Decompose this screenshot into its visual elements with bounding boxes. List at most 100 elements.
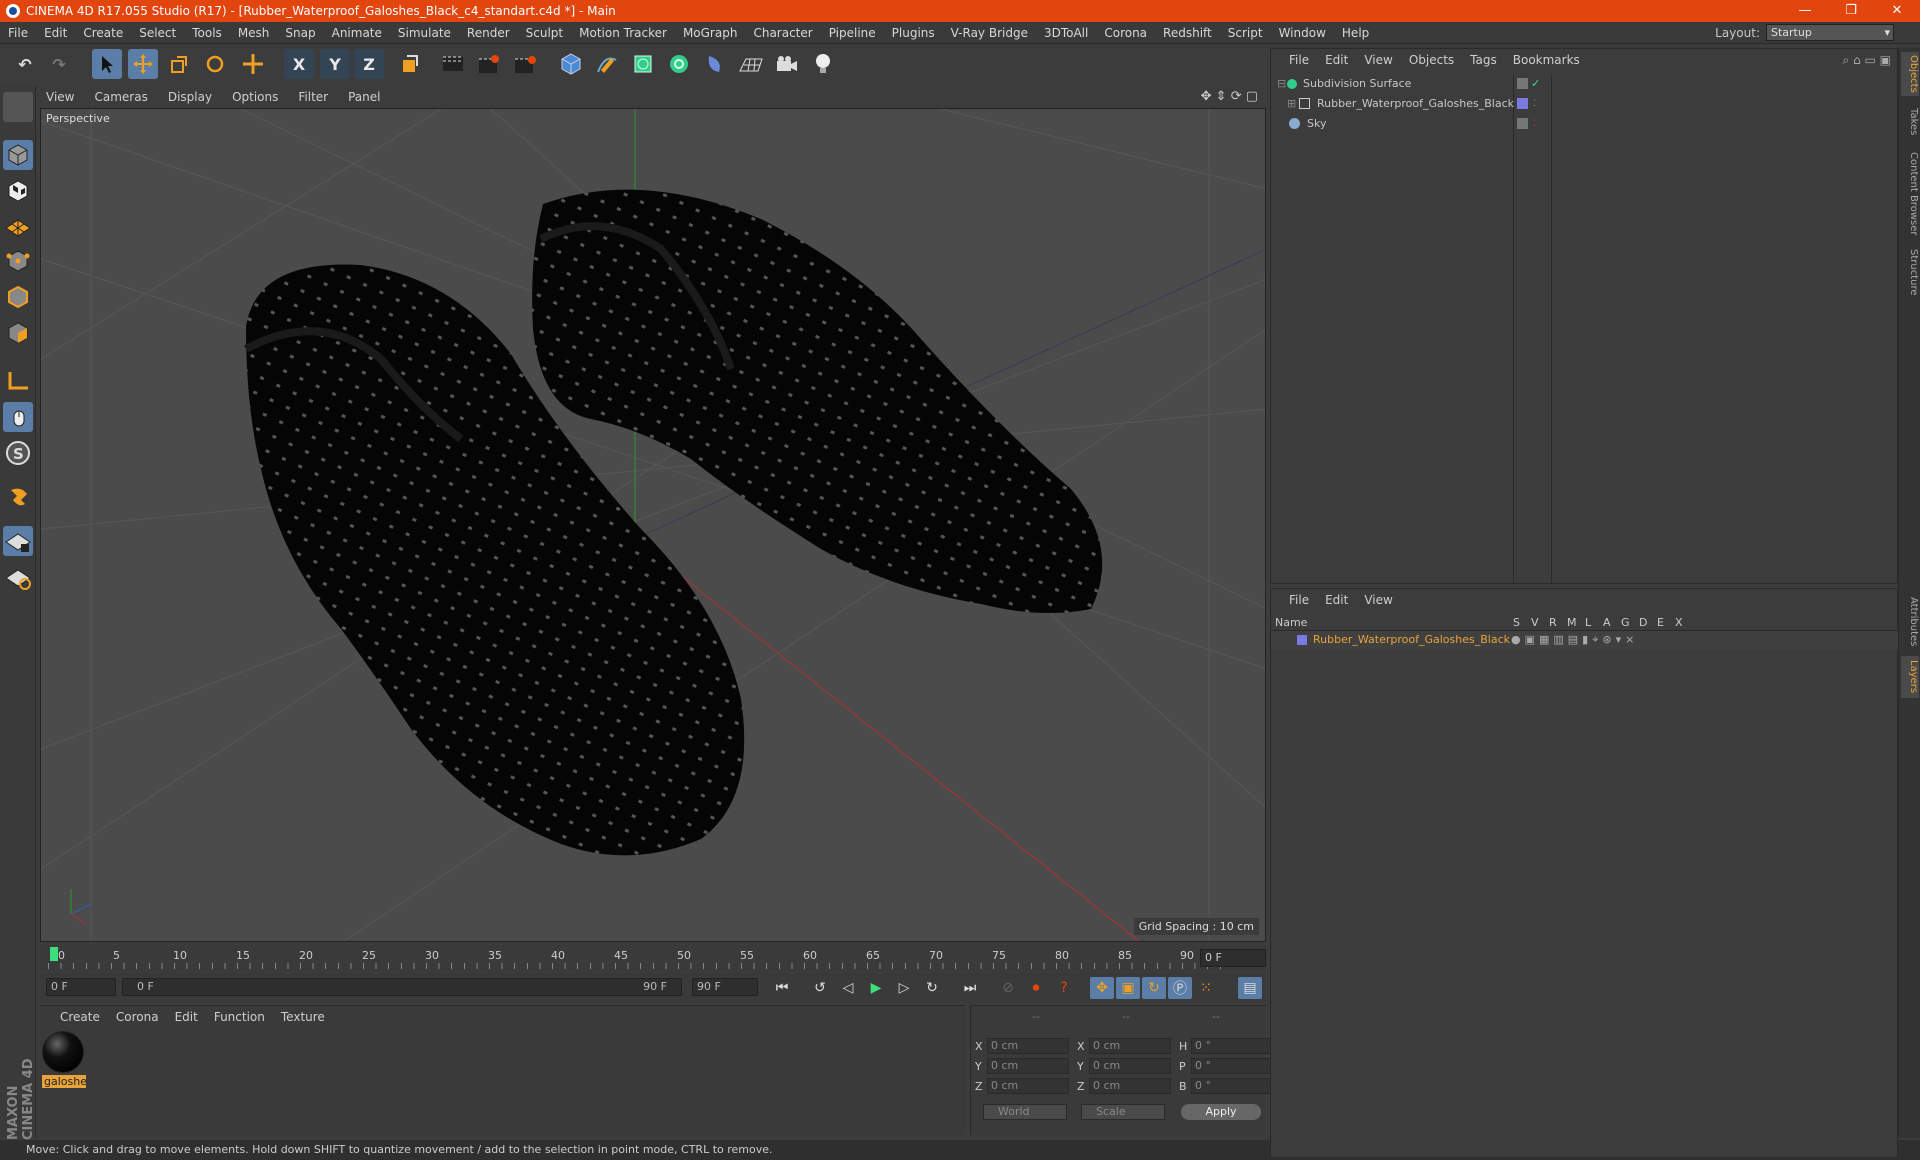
autokey-icon[interactable]: ? (1052, 977, 1076, 999)
position-x-field[interactable]: 0 cm (987, 1038, 1069, 1054)
menu-render[interactable]: Render (459, 26, 518, 40)
light-bulb-icon[interactable] (808, 49, 838, 79)
position-y-field[interactable]: 0 cm (987, 1058, 1069, 1074)
tab-takes[interactable]: Takes (1901, 104, 1919, 140)
start-frame-field[interactable]: 0 F (46, 978, 116, 996)
tab-content-browser[interactable]: Content Browser (1901, 148, 1919, 240)
menu-sculpt[interactable]: Sculpt (518, 26, 571, 40)
deformer-icon[interactable] (700, 49, 730, 79)
menu-plugins[interactable]: Plugins (884, 26, 943, 40)
timeline-window-icon[interactable]: ▤ (1238, 977, 1262, 999)
make-editable-icon[interactable] (3, 92, 33, 122)
size-mode-dropdown[interactable]: Scale (1081, 1104, 1165, 1120)
apply-button[interactable]: Apply (1181, 1104, 1261, 1120)
menu-vray-bridge[interactable]: V-Ray Bridge (943, 26, 1036, 40)
visibility-check-icon[interactable]: ✓ (1531, 75, 1540, 93)
viewport-menu-panel[interactable]: Panel (338, 90, 390, 104)
size-z-field[interactable]: 0 cm (1089, 1078, 1171, 1094)
edges-mode-icon[interactable] (3, 282, 33, 312)
workplane-rotate-icon[interactable] (3, 562, 33, 592)
render-view-icon[interactable] (438, 49, 468, 79)
viewport-menu-filter[interactable]: Filter (288, 90, 338, 104)
viewport-menu-options[interactable]: Options (222, 90, 288, 104)
model-mode-icon[interactable] (3, 140, 33, 170)
live-move-icon[interactable] (238, 49, 268, 79)
rotation-p-field[interactable]: 0 ° (1191, 1058, 1273, 1074)
material-menu-edit[interactable]: Edit (167, 1010, 206, 1024)
menu-mograph[interactable]: MoGraph (675, 26, 746, 40)
layers-menu-view[interactable]: View (1356, 593, 1400, 607)
objects-menu-objects[interactable]: Objects (1401, 53, 1462, 67)
polygons-mode-icon[interactable] (3, 318, 33, 348)
collapse-icon[interactable]: ⊟ (1277, 75, 1286, 93)
magnet-icon[interactable] (3, 484, 33, 514)
tab-attributes[interactable]: Attributes (1901, 592, 1919, 652)
play-icon[interactable]: ▶ (864, 977, 888, 999)
key-parameter-icon[interactable]: Ⓟ (1168, 977, 1192, 999)
move-tool-icon[interactable] (128, 49, 158, 79)
rotation-h-field[interactable]: 0 ° (1191, 1038, 1273, 1054)
menu-pipeline[interactable]: Pipeline (821, 26, 884, 40)
timeline-ruler[interactable]: 0 5 10 15 20 25 30 35 40 45 50 55 60 65 … (40, 945, 1266, 971)
viewport-nav-icons[interactable]: ✥ ⇕ ⟳ ▢ (1201, 89, 1258, 104)
current-frame-field[interactable]: 0 F (1200, 949, 1266, 967)
cube-primitive-icon[interactable] (556, 49, 586, 79)
menu-create[interactable]: Create (75, 26, 131, 40)
close-button[interactable]: ✕ (1874, 0, 1920, 22)
tweak-mode-icon[interactable] (3, 402, 33, 432)
key-position-icon[interactable]: ✥ (1090, 977, 1114, 999)
coordinate-space-dropdown[interactable]: World (983, 1104, 1067, 1120)
snap-icon[interactable]: S (3, 438, 33, 468)
tab-layers[interactable]: Layers (1901, 656, 1919, 698)
playhead-marker[interactable] (50, 947, 58, 961)
menu-script[interactable]: Script (1220, 26, 1271, 40)
redo-icon[interactable]: ↷ (44, 49, 74, 79)
previous-key-icon[interactable]: ↺ (808, 977, 832, 999)
menu-character[interactable]: Character (745, 26, 820, 40)
visibility-dots-icon[interactable]: ⁚ (1533, 115, 1536, 133)
material-menu-texture[interactable]: Texture (273, 1010, 333, 1024)
go-to-end-icon[interactable]: ⏭ (958, 977, 982, 999)
key-rotation-icon[interactable]: ↻ (1142, 977, 1166, 999)
layout-select[interactable]: Startup (1766, 24, 1894, 41)
menu-select[interactable]: Select (131, 26, 184, 40)
perspective-viewport[interactable]: Perspective Grid Spacing : 10 cm (40, 108, 1266, 942)
rotate-tool-icon[interactable] (200, 49, 230, 79)
z-axis-lock-icon[interactable]: Z (354, 49, 384, 79)
menu-3dtoall[interactable]: 3DToAll (1036, 26, 1096, 40)
position-z-field[interactable]: 0 cm (987, 1078, 1069, 1094)
expand-icon[interactable]: ⊞ (1287, 95, 1296, 113)
motion-path-icon[interactable]: ⊘ (996, 977, 1020, 999)
mograph-cloner-icon[interactable] (664, 49, 694, 79)
points-mode-icon[interactable] (3, 246, 33, 276)
menu-mesh[interactable]: Mesh (230, 26, 278, 40)
material-menu-corona[interactable]: Corona (108, 1010, 167, 1024)
menu-redshift[interactable]: Redshift (1155, 26, 1220, 40)
objects-menu-bookmarks[interactable]: Bookmarks (1505, 53, 1588, 67)
material-menu-create[interactable]: Create (52, 1010, 108, 1024)
next-frame-icon[interactable]: ▷ (892, 977, 916, 999)
object-row-sky[interactable]: Sky ⁚ (1271, 115, 1901, 133)
menu-help[interactable]: Help (1334, 26, 1377, 40)
menu-animate[interactable]: Animate (324, 26, 390, 40)
record-keyframe-icon[interactable]: ⏺ (1024, 977, 1048, 999)
menu-file[interactable]: File (0, 26, 36, 40)
object-manager-search-icon[interactable]: ⌕ ⌂ ▭ ▣ (1843, 53, 1891, 68)
subdivision-nurbs-icon[interactable] (628, 49, 658, 79)
workplane-lock-icon[interactable] (3, 526, 33, 556)
minimize-button[interactable]: — (1782, 0, 1828, 22)
menu-window[interactable]: Window (1271, 26, 1334, 40)
y-axis-lock-icon[interactable]: Y (320, 49, 350, 79)
layer-row[interactable]: Rubber_Waterproof_Galoshes_Black ●▣▦▥▤▮⌖… (1271, 631, 1899, 649)
next-key-icon[interactable]: ↻ (920, 977, 944, 999)
coordinate-system-icon[interactable] (394, 49, 424, 79)
objects-menu-file[interactable]: File (1281, 53, 1317, 67)
tab-structure[interactable]: Structure (1901, 244, 1919, 300)
objects-menu-tags[interactable]: Tags (1462, 53, 1505, 67)
key-pla-icon[interactable]: ⁙ (1194, 977, 1218, 999)
key-scale-icon[interactable]: ▣ (1116, 977, 1140, 999)
menu-corona[interactable]: Corona (1096, 26, 1155, 40)
previous-frame-icon[interactable]: ◁ (836, 977, 860, 999)
menu-motion-tracker[interactable]: Motion Tracker (571, 26, 675, 40)
go-to-start-icon[interactable]: ⏮ (770, 977, 794, 999)
